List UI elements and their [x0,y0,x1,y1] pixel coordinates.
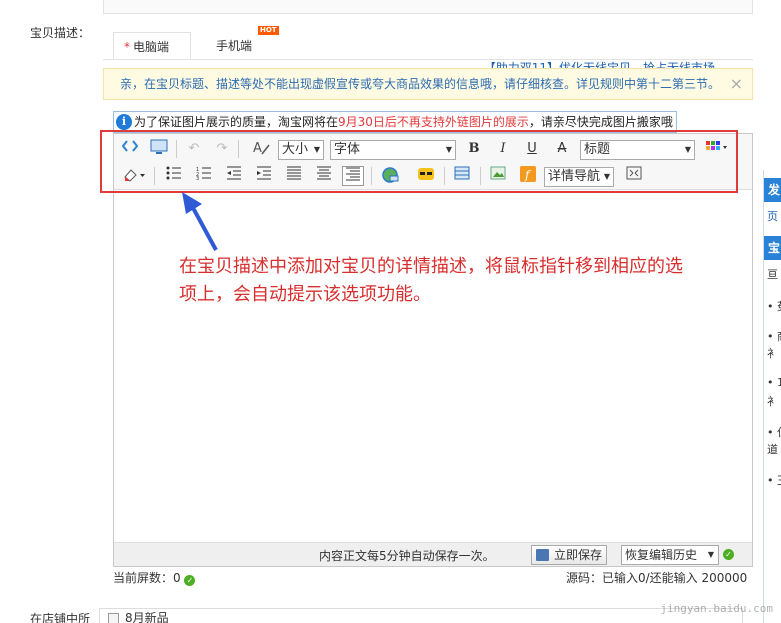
close-icon[interactable]: × [730,69,743,99]
save-now-button[interactable]: 立即保存 [531,545,608,565]
editor-tabs: *电脑端 手机端 HOT 【助力双11】优化无线宝贝，抢占无线市场 [103,26,753,75]
tab-pc[interactable]: * 电脑端 [113,32,191,60]
shop-category-label: 在店铺中所 [30,612,91,623]
check-icon: ✓ [184,575,196,586]
right-panel-item: 衤 [767,395,778,408]
right-panel-item: • 1 [767,376,781,389]
image-notice-highlight: 9月30日后不再支持外链图片的展示 [338,115,529,129]
restore-history-button[interactable]: 恢复编辑历史 ▼ [621,545,719,565]
editor-statusbar: 内容正文每5分钟自动保存一次。 立即保存 恢复编辑历史 ▼ ✓ [114,542,752,566]
arrow-icon [182,192,218,251]
right-panel-link[interactable]: 页 [767,208,781,224]
autosave-text: 内容正文每5分钟自动保存一次。 [319,549,495,563]
checkbox[interactable] [108,613,119,623]
screen-count-text: 当前屏数：0 [113,571,181,585]
info-icon: i [116,114,132,130]
image-notice-prefix: 为了保证图片展示的质量，淘宝网将在 [134,115,339,129]
tab-mobile-label: 手机端 [216,39,253,53]
source-count: 源码：已输入0/还能输入 200000 [566,571,748,585]
required-marker: * [124,40,130,54]
previous-field-box [103,0,753,14]
restore-history-label: 恢复编辑历史 [625,548,698,562]
right-panel-item: 道 [767,443,778,456]
toolbar-highlight-box [100,130,738,193]
right-panel-item: • 仁 [767,426,781,439]
annotation-text: 在宝贝描述中添加对宝贝的详情描述，将鼠标指针移到相应的选 项上，会自动提示该选项… [179,253,779,309]
tab-pc-label: 电脑端 [133,40,170,54]
shop-category-box: 8月新品 [99,608,743,623]
save-icon [536,549,549,561]
save-now-label: 立即保存 [554,548,603,562]
image-notice-suffix: ，请亲尽快完成图片搬家哦 [528,115,673,129]
right-panel-item: • 莬 [767,300,781,313]
annotation-line-2: 项上，会自动提示该选项功能。 [179,284,431,305]
right-panel-item: 亘 [767,268,778,281]
right-help-panel: 发 页 宝 亘 • 莬 • 商 衤 • 1 衤 • 仁 道 • 王 [763,170,781,623]
right-panel-header: 宝 [764,236,781,260]
right-panel-item: • 商 [767,330,781,343]
warning-notice-text: 亲，在宝贝标题、描述等处不能出现虚假宣传或夸大商品效果的信息哦，请仔细核查。详见… [120,77,721,91]
right-panel-header: 发 [764,178,781,202]
tab-mobile[interactable]: 手机端 [216,32,252,60]
warning-notice: 亲，在宝贝标题、描述等处不能出现虚假宣传或夸大商品效果的信息哦，请仔细核查。详见… [103,68,753,100]
screen-count: 当前屏数：0 ✓ [113,569,196,586]
right-panel-item: • 王 [767,474,781,487]
description-label: 宝贝描述： [30,26,91,40]
shop-category-option: 8月新品 [125,611,169,623]
chevron-down-icon: ▼ [707,550,714,559]
annotation-line-1: 在宝贝描述中添加对宝贝的详情描述，将鼠标指针移到相应的选 [179,256,683,277]
watermark: jingyan.baidu.com [660,602,773,615]
check-icon: ✓ [723,549,734,560]
right-panel-item: 衤 [767,347,778,360]
tabs-divider [103,59,753,60]
hot-badge: HOT [258,26,279,35]
